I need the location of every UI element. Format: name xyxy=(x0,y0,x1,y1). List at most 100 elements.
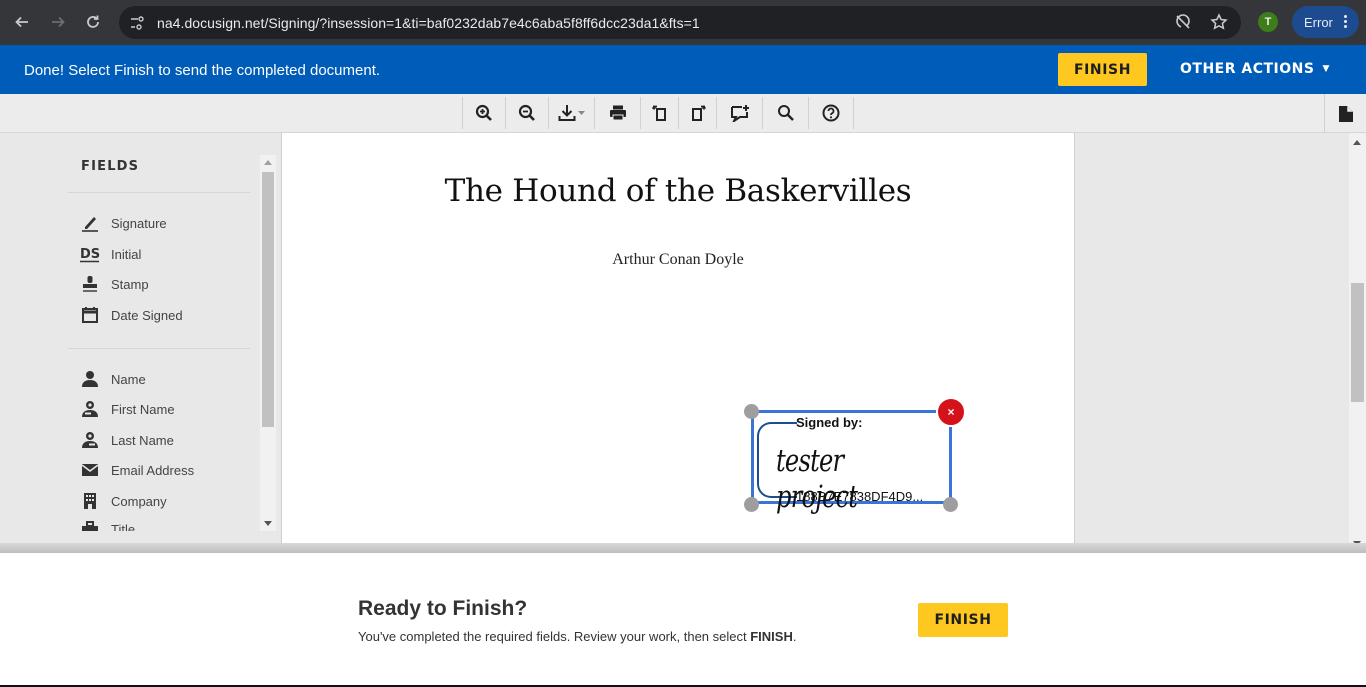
ready-to-finish-panel: Ready to Finish? You've completed the re… xyxy=(0,553,1366,685)
other-actions-label: OTHER ACTIONS xyxy=(1180,61,1315,77)
arrow-right-icon xyxy=(52,16,65,28)
field-label: First Name xyxy=(111,401,175,417)
remove-signature-button[interactable]: × xyxy=(936,397,966,427)
scrollbar-thumb[interactable] xyxy=(1351,283,1364,402)
url-text[interactable]: na4.docusign.net/Signing/?insession=1&ti… xyxy=(157,15,700,31)
fields-title: FIELDS xyxy=(81,159,140,174)
resize-handle-top-left[interactable] xyxy=(744,404,759,419)
document-icon xyxy=(1338,105,1353,122)
kebab-menu-icon xyxy=(1344,15,1347,28)
back-button[interactable] xyxy=(8,8,36,36)
error-label: Error xyxy=(1304,14,1333,30)
signed-by-label: Signed by: xyxy=(796,415,863,430)
scroll-down-arrow-icon[interactable] xyxy=(264,521,272,526)
address-bar[interactable]: na4.docusign.net/Signing/?insession=1&ti… xyxy=(119,6,1241,39)
signature-pen-icon xyxy=(80,213,100,233)
stamp-icon xyxy=(80,274,100,294)
field-company[interactable]: Company xyxy=(80,489,167,513)
reload-icon xyxy=(87,15,99,28)
field-signature[interactable]: Signature xyxy=(80,211,167,235)
ready-message-end: . xyxy=(792,629,797,644)
field-stamp[interactable]: Stamp xyxy=(80,272,149,296)
caret-down-icon: ▼ xyxy=(1322,64,1330,74)
rotate-left-button[interactable] xyxy=(640,97,678,129)
add-comment-button[interactable] xyxy=(716,97,762,129)
document-page: The Hound of the Baskervilles Arthur Con… xyxy=(281,133,1075,551)
rotate-left-icon xyxy=(651,105,666,121)
forward-button[interactable] xyxy=(44,8,72,36)
profile-avatar[interactable]: T xyxy=(1258,12,1278,32)
browser-toolbar: na4.docusign.net/Signing/?insession=1&ti… xyxy=(0,0,1366,45)
print-button[interactable] xyxy=(594,97,640,129)
field-email-address[interactable]: Email Address xyxy=(80,458,194,482)
reload-button[interactable] xyxy=(79,8,107,36)
field-name[interactable]: Name xyxy=(80,367,146,391)
signature-text: tester project xyxy=(776,443,858,515)
scrollbar-thumb[interactable] xyxy=(262,172,274,427)
fields-panel: FIELDS Signature DS Initial Stamp Date S… xyxy=(0,133,280,551)
document-panel-button[interactable] xyxy=(1324,94,1366,133)
field-label: Company xyxy=(111,493,167,509)
field-label: Email Address xyxy=(111,462,195,478)
field-initial[interactable]: DS Initial xyxy=(80,242,141,266)
field-title[interactable]: Title xyxy=(80,519,135,531)
site-info-icon[interactable] xyxy=(126,12,148,34)
panel-shadow xyxy=(0,543,1366,553)
zoom-in-icon xyxy=(475,104,492,121)
resize-handle-bottom-right[interactable] xyxy=(943,497,958,512)
field-date-signed[interactable]: Date Signed xyxy=(80,303,183,327)
rotate-right-button[interactable] xyxy=(678,97,716,129)
signature-field[interactable]: Signed by: tester project 188B7E7838DF4D… xyxy=(751,410,952,515)
rotate-right-icon xyxy=(691,105,706,121)
zoom-in-button[interactable] xyxy=(462,97,505,129)
scroll-up-arrow-icon[interactable] xyxy=(1353,140,1361,145)
search-button[interactable] xyxy=(762,97,808,129)
close-icon: × xyxy=(947,405,955,419)
fields-scrollbar[interactable] xyxy=(260,155,276,531)
scroll-up-arrow-icon[interactable] xyxy=(264,160,272,165)
divider xyxy=(68,348,250,349)
person-first-icon xyxy=(80,399,100,419)
field-last-name[interactable]: Last Name xyxy=(80,428,174,452)
field-label: Name xyxy=(111,371,146,387)
field-label: Stamp xyxy=(111,276,149,292)
finish-button-top[interactable]: FINISH xyxy=(1058,53,1147,86)
download-icon xyxy=(558,105,585,121)
download-button[interactable] xyxy=(548,97,594,129)
envelope-icon xyxy=(80,460,100,480)
bookmark-star-icon[interactable] xyxy=(1209,12,1229,32)
ready-title: Ready to Finish? xyxy=(358,597,528,620)
banner-message: Done! Select Finish to send the complete… xyxy=(24,62,381,79)
browser-error-menu-button[interactable]: Error xyxy=(1292,6,1359,38)
field-first-name[interactable]: First Name xyxy=(80,397,175,421)
tracking-protection-icon[interactable] xyxy=(1173,12,1193,32)
field-label: Title xyxy=(111,522,136,531)
resize-handle-bottom-left[interactable] xyxy=(744,497,759,512)
ready-message: You've completed the required fields. Re… xyxy=(358,629,796,644)
field-label: Signature xyxy=(111,215,167,231)
person-icon xyxy=(80,369,100,389)
help-icon xyxy=(822,104,840,122)
help-button[interactable] xyxy=(808,97,854,129)
add-comment-icon xyxy=(730,105,749,122)
other-actions-dropdown[interactable]: OTHER ACTIONS ▼ xyxy=(1180,61,1330,77)
svg-text:DS: DS xyxy=(80,247,100,262)
search-icon xyxy=(777,105,794,121)
field-label: Last Name xyxy=(111,432,174,448)
ready-message-emphasis: FINISH xyxy=(750,629,793,644)
signing-workspace: FIELDS Signature DS Initial Stamp Date S… xyxy=(0,133,1366,551)
document-toolbar xyxy=(0,94,1366,133)
field-label: Initial xyxy=(111,246,142,262)
signing-banner: Done! Select Finish to send the complete… xyxy=(0,45,1366,94)
document-title: The Hound of the Baskervilles xyxy=(444,173,912,209)
finish-button-bottom[interactable]: FINISH xyxy=(918,603,1008,637)
zoom-out-icon xyxy=(518,104,535,121)
document-author: Arthur Conan Doyle xyxy=(612,251,744,268)
building-icon xyxy=(80,491,100,511)
calendar-icon xyxy=(80,305,100,325)
divider xyxy=(68,192,250,193)
arrow-left-icon xyxy=(15,16,28,28)
document-scrollbar[interactable] xyxy=(1349,133,1366,551)
zoom-out-button[interactable] xyxy=(505,97,548,129)
initial-ds-icon: DS xyxy=(80,244,100,264)
